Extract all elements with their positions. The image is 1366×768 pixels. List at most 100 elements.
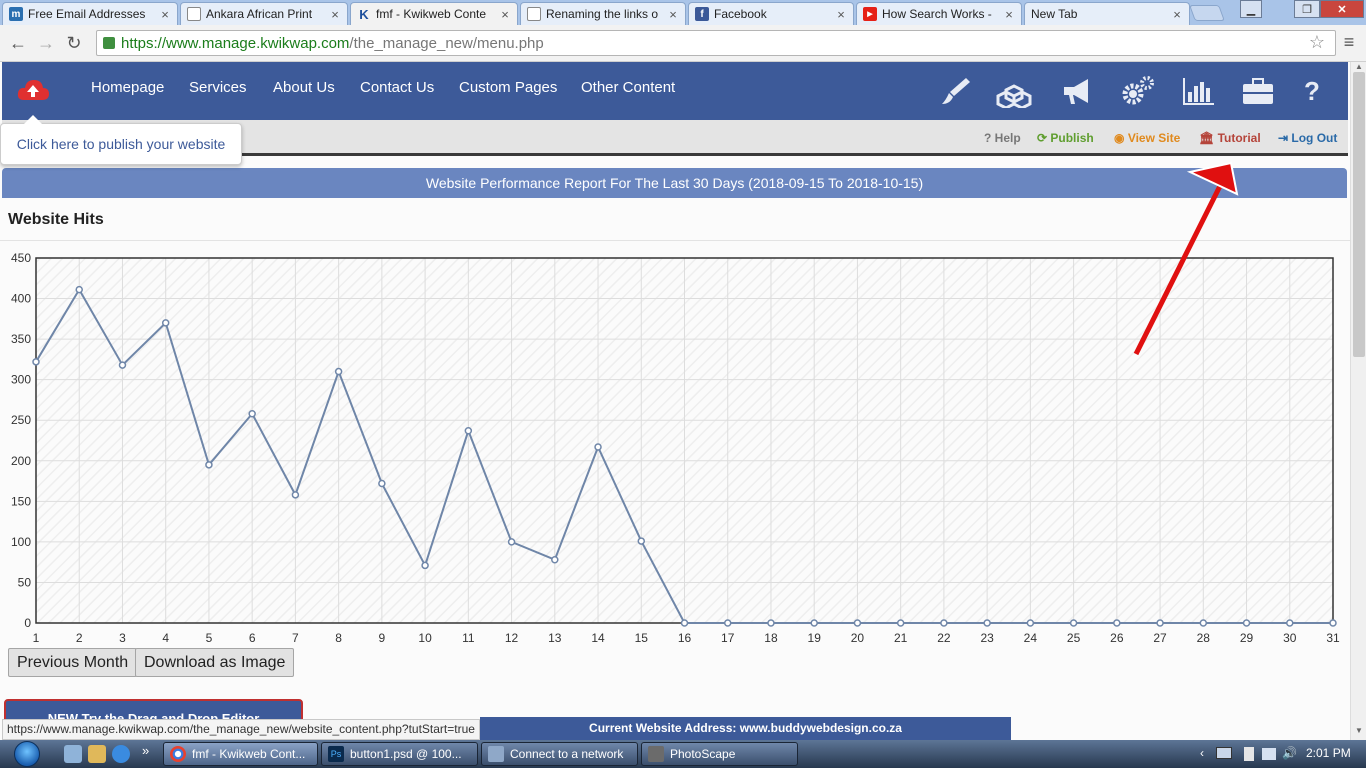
clock[interactable]: 2:01 PM [1306,746,1351,760]
show-desktop-icon[interactable] [64,745,82,763]
taskbar-item[interactable]: fmf - Kwikweb Cont... [163,742,318,766]
nav-homepage[interactable]: Homepage [91,79,164,96]
close-icon[interactable]: × [835,7,847,22]
ie-icon[interactable] [112,745,130,763]
close-icon[interactable]: × [159,7,171,22]
browser-tab[interactable]: m Free Email Addresses × [2,2,178,25]
chrome-menu-icon[interactable]: ≡ [1340,33,1358,51]
forward-icon[interactable]: → [34,31,58,55]
publish-label: Publish [1050,131,1094,145]
gears-icon[interactable] [1120,74,1156,108]
browser-tab[interactable]: ▶ How Search Works - × [856,2,1022,25]
x-tick-label: 16 [678,631,692,645]
flag-tray-icon[interactable] [1244,747,1254,761]
data-point [507,538,516,546]
nav-custom-pages[interactable]: Custom Pages [459,79,557,96]
help-icon[interactable]: ? [1294,74,1330,108]
close-icon[interactable]: × [499,7,511,22]
paintbrush-icon[interactable] [936,74,972,108]
x-tick-label: 8 [335,631,342,645]
section-title: Website Hits [8,211,104,228]
browser-tab[interactable]: Renaming the links o × [520,2,686,25]
close-icon[interactable]: × [667,7,679,22]
logout-link[interactable]: ⇥ Log Out [1278,131,1337,145]
overflow-chevron-icon[interactable]: » [142,743,149,758]
taskbar-item-label: button1.psd @ 100... [350,747,462,761]
data-point [1069,619,1078,627]
data-point [723,619,732,627]
y-tick-label: 300 [11,373,31,387]
cubes-icon[interactable] [996,74,1032,108]
tab-title: How Search Works - [882,7,992,21]
close-window-icon[interactable]: ✕ [1320,0,1364,18]
url-host: https://www.manage.kwikwap.com [121,34,350,52]
photoshop-icon: Ps [328,746,344,762]
browser-tab-active[interactable]: K fmf - Kwikweb Conte × [350,2,518,25]
browser-tab[interactable]: New Tab × [1024,2,1190,25]
data-point [1026,619,1035,627]
tab-title: New Tab [1031,7,1078,21]
bar-chart-icon[interactable] [1180,74,1216,108]
explorer-icon[interactable] [88,745,106,763]
taskbar-item[interactable]: PhotoScape [641,742,798,766]
help-link[interactable]: ? Help [984,131,1021,145]
data-point [810,619,818,627]
view-site-link[interactable]: ◉ View Site [1114,131,1180,145]
nav-contact-us[interactable]: Contact Us [360,79,434,96]
nav-about-us[interactable]: About Us [273,79,335,96]
previous-month-button[interactable]: Previous Month [8,648,138,677]
browser-tab[interactable]: f Facebook × [688,2,854,25]
y-tick-label: 150 [11,494,31,508]
taskbar-item[interactable]: Ps button1.psd @ 100... [321,742,478,766]
y-tick-label: 400 [11,292,31,306]
data-point [853,619,862,627]
restore-icon[interactable]: ❐ [1294,0,1320,18]
x-tick-label: 12 [505,631,519,645]
megaphone-icon[interactable] [1060,74,1096,108]
x-tick-label: 9 [379,631,386,645]
data-point [75,285,83,294]
network-tray-icon[interactable] [1262,748,1276,760]
browser-toolbar: ← → ↻ https://www.manage.kwikwap.com/the… [0,25,1366,62]
close-icon[interactable]: × [329,7,341,22]
publish-tooltip[interactable]: Click here to publish your website [0,115,242,165]
x-tick-label: 1 [33,631,40,645]
address-bar[interactable]: https://www.manage.kwikwap.com/the_manag… [96,30,1336,56]
status-bar-url: https://www.manage.kwikwap.com/the_manag… [2,719,480,740]
reload-icon[interactable]: ↻ [62,31,86,55]
tutorial-link[interactable]: 🏛 Tutorial [1199,131,1261,145]
tab-title: fmf - Kwikweb Conte [376,7,487,21]
volume-tray-icon[interactable]: 🔊 [1282,746,1297,760]
nav-other-content[interactable]: Other Content [581,79,675,96]
close-icon[interactable]: × [1171,7,1183,22]
y-tick-label: 0 [24,616,31,630]
data-point [1199,619,1208,627]
page-scrollbar[interactable]: ▲ ▼ [1350,62,1366,740]
desktop-tray-icon[interactable] [1216,747,1232,759]
scrollbar-thumb[interactable] [1353,72,1365,357]
x-tick-label: 25 [1067,631,1081,645]
minimize-icon[interactable]: ▁ [1240,0,1262,18]
bookmark-star-icon[interactable]: ☆ [1309,32,1325,53]
taskbar-item-label: PhotoScape [670,747,736,761]
new-tab-button[interactable] [1189,5,1225,21]
tray-expand-icon[interactable]: ‹ [1200,746,1204,760]
nav-services[interactable]: Services [189,79,247,96]
doc-icon [527,7,541,21]
taskbar-item[interactable]: Connect to a network [481,742,638,766]
publish-cloud-icon[interactable] [16,76,50,104]
briefcase-icon[interactable] [1240,74,1276,108]
publish-link[interactable]: ⟳ Publish [1037,131,1094,145]
close-icon[interactable]: × [1003,7,1015,22]
start-button[interactable] [6,740,48,768]
data-point [291,491,300,499]
back-icon[interactable]: ← [6,31,30,55]
scroll-down-icon[interactable]: ▼ [1351,726,1366,738]
browser-tab[interactable]: Ankara African Print × [180,2,348,25]
x-tick-label: 28 [1197,631,1211,645]
x-tick-label: 30 [1283,631,1297,645]
windows-taskbar: » fmf - Kwikweb Cont... Ps button1.psd @… [0,740,1366,768]
download-image-button[interactable]: Download as Image [135,648,295,677]
data-point [1242,619,1251,627]
facebook-icon: f [695,7,709,21]
